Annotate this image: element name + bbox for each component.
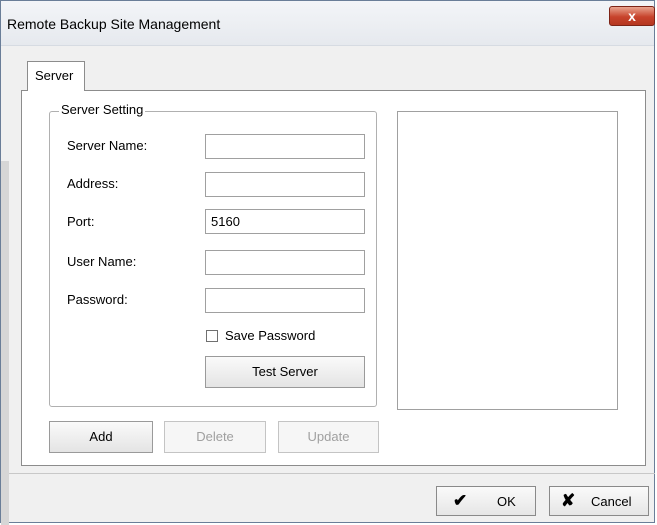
window-title: Remote Backup Site Management bbox=[7, 16, 221, 32]
server-setting-legend: Server Setting bbox=[59, 102, 146, 117]
port-input[interactable] bbox=[205, 209, 365, 234]
tab-server-label: Server bbox=[35, 68, 74, 83]
update-button[interactable]: Update bbox=[278, 421, 379, 453]
user-name-label: User Name: bbox=[67, 254, 137, 269]
address-input[interactable] bbox=[205, 172, 365, 197]
add-label: Add bbox=[89, 429, 113, 444]
window-edge bbox=[1, 161, 9, 525]
footer-divider bbox=[9, 473, 655, 474]
server-name-input[interactable] bbox=[205, 134, 365, 159]
password-label: Password: bbox=[67, 292, 128, 307]
server-name-label: Server Name: bbox=[67, 138, 148, 153]
user-name-input[interactable] bbox=[205, 250, 365, 275]
update-label: Update bbox=[307, 429, 350, 444]
save-password-checkbox[interactable] bbox=[206, 330, 218, 342]
test-server-button[interactable]: Test Server bbox=[205, 356, 365, 388]
password-input[interactable] bbox=[205, 288, 365, 313]
cancel-button[interactable]: ✘ Cancel bbox=[549, 486, 649, 516]
close-icon: x bbox=[628, 8, 636, 24]
close-button[interactable]: x bbox=[609, 6, 655, 26]
port-label: Port: bbox=[67, 214, 95, 229]
ok-label: OK bbox=[497, 494, 516, 509]
title-bar: Remote Backup Site Management x bbox=[1, 1, 655, 46]
check-icon: ✔ bbox=[453, 491, 468, 510]
address-label: Address: bbox=[67, 176, 119, 191]
cancel-label: Cancel bbox=[591, 494, 632, 509]
test-server-label: Test Server bbox=[252, 364, 318, 379]
dialog-window: Remote Backup Site Management x Server S… bbox=[0, 0, 655, 525]
x-mark-icon: ✘ bbox=[561, 491, 576, 510]
tab-server[interactable]: Server bbox=[27, 61, 85, 91]
delete-label: Delete bbox=[196, 429, 234, 444]
delete-button[interactable]: Delete bbox=[164, 421, 266, 453]
add-button[interactable]: Add bbox=[49, 421, 153, 453]
save-password-label[interactable]: Save Password bbox=[225, 328, 315, 343]
ok-button[interactable]: ✔ OK bbox=[436, 486, 536, 516]
server-list[interactable] bbox=[397, 111, 618, 410]
